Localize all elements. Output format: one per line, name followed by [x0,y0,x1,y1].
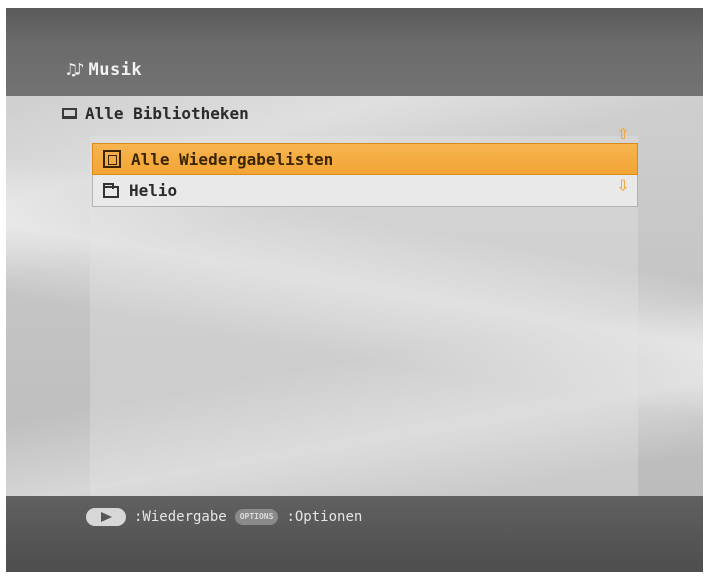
list-item-helio[interactable]: Helio [92,175,638,207]
list-item-label: Alle Wiedergabelisten [131,149,334,169]
header-bar: ♫♪ Musik [6,8,703,96]
list-item-label: Helio [129,181,178,200]
options-hint-label: :Optionen [286,509,363,525]
monitor-icon [62,108,77,119]
control-hints: :Wiedergabe OPTIONS :Optionen [86,508,362,526]
library-list: Alle Wiedergabelisten Helio [92,143,638,207]
tv-screen: ♫♪ Musik Alle Bibliotheken ⇧ Alle Wieder… [6,8,703,572]
play-button-icon [86,508,126,526]
footer-bar: :Wiedergabe OPTIONS :Optionen [6,496,703,572]
folder-icon [103,182,119,198]
header-title: ♫♪ Musik [66,60,142,80]
scroll-up-arrow-icon[interactable]: ⇧ [613,122,633,142]
scroll-down-arrow-icon[interactable]: ⇩ [613,174,633,194]
breadcrumb[interactable]: Alle Bibliotheken [62,104,249,123]
play-hint-label: :Wiedergabe [134,509,227,525]
breadcrumb-label: Alle Bibliotheken [85,104,249,123]
playlist-icon [103,150,121,168]
options-button-icon: OPTIONS [234,509,279,525]
content-area: Alle Bibliotheken ⇧ Alle Wiedergabeliste… [6,96,703,496]
list-item-alle-wiedergabelisten[interactable]: Alle Wiedergabelisten [92,143,638,175]
music-notes-icon: ♫♪ [66,60,85,80]
header-title-label: Musik [88,60,143,80]
